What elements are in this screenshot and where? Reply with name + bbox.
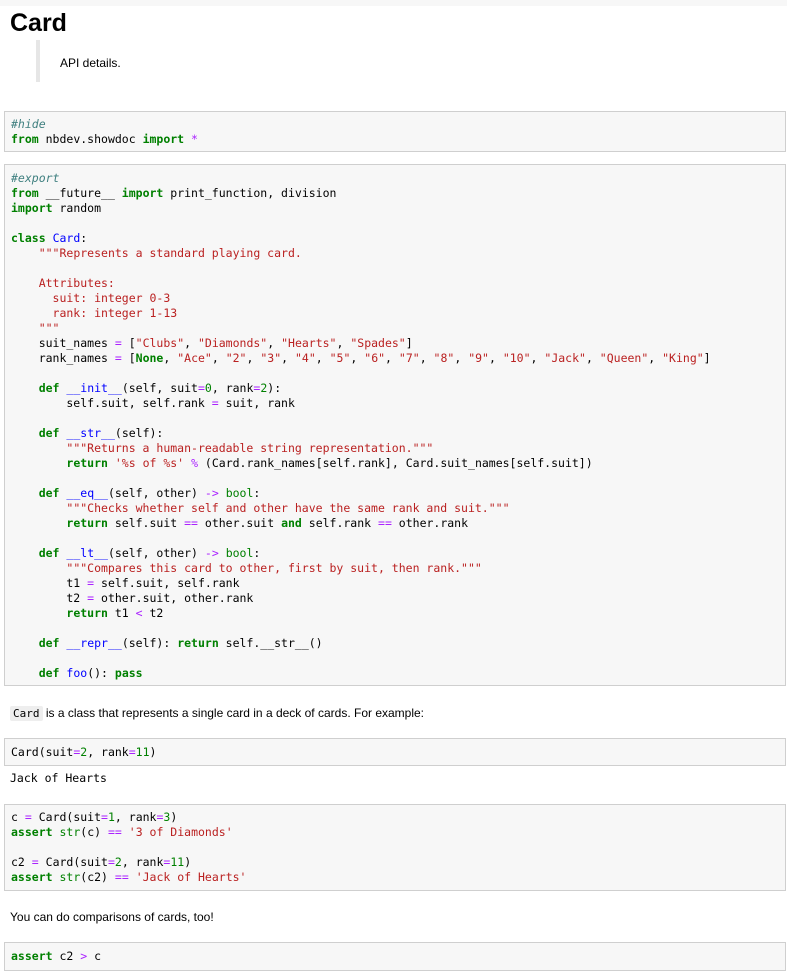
code-export: #export from __future__ import print_fun… xyxy=(11,171,711,680)
example-output: Jack of Hearts xyxy=(10,771,107,785)
card-description-text: is a class that represents a single card… xyxy=(42,706,425,720)
code-cell-hide[interactable]: #hide from nbdev.showdoc import * xyxy=(4,111,786,152)
card-description: Card is a class that represents a single… xyxy=(10,705,424,722)
code-line: from nbdev.showdoc import * xyxy=(11,132,198,146)
page-title: Card xyxy=(10,9,67,37)
code-cell-compare[interactable]: assert c2 > c xyxy=(4,942,786,971)
code-comment: #export xyxy=(11,171,60,185)
code-cell-example[interactable]: Card(suit=2, rank=11) xyxy=(4,738,786,766)
code-comment: #hide xyxy=(11,117,46,131)
code-compare: assert c2 > c xyxy=(11,949,102,963)
code-cell-asserts[interactable]: c = Card(suit=1, rank=3) assert str(c) =… xyxy=(4,804,786,891)
top-bar xyxy=(0,0,787,6)
code-example: Card(suit=2, rank=11) xyxy=(11,745,157,759)
code-cell-export[interactable]: #export from __future__ import print_fun… xyxy=(4,164,786,686)
inline-code-card: Card xyxy=(10,706,43,721)
subtitle-text: API details. xyxy=(60,56,121,70)
code-hide: #hide from nbdev.showdoc import * xyxy=(5,117,785,147)
subtitle-blockquote: API details. xyxy=(36,40,121,82)
comparisons-text: You can do comparisons of cards, too! xyxy=(10,910,214,924)
code-asserts: c = Card(suit=1, rank=3) assert str(c) =… xyxy=(11,810,247,884)
